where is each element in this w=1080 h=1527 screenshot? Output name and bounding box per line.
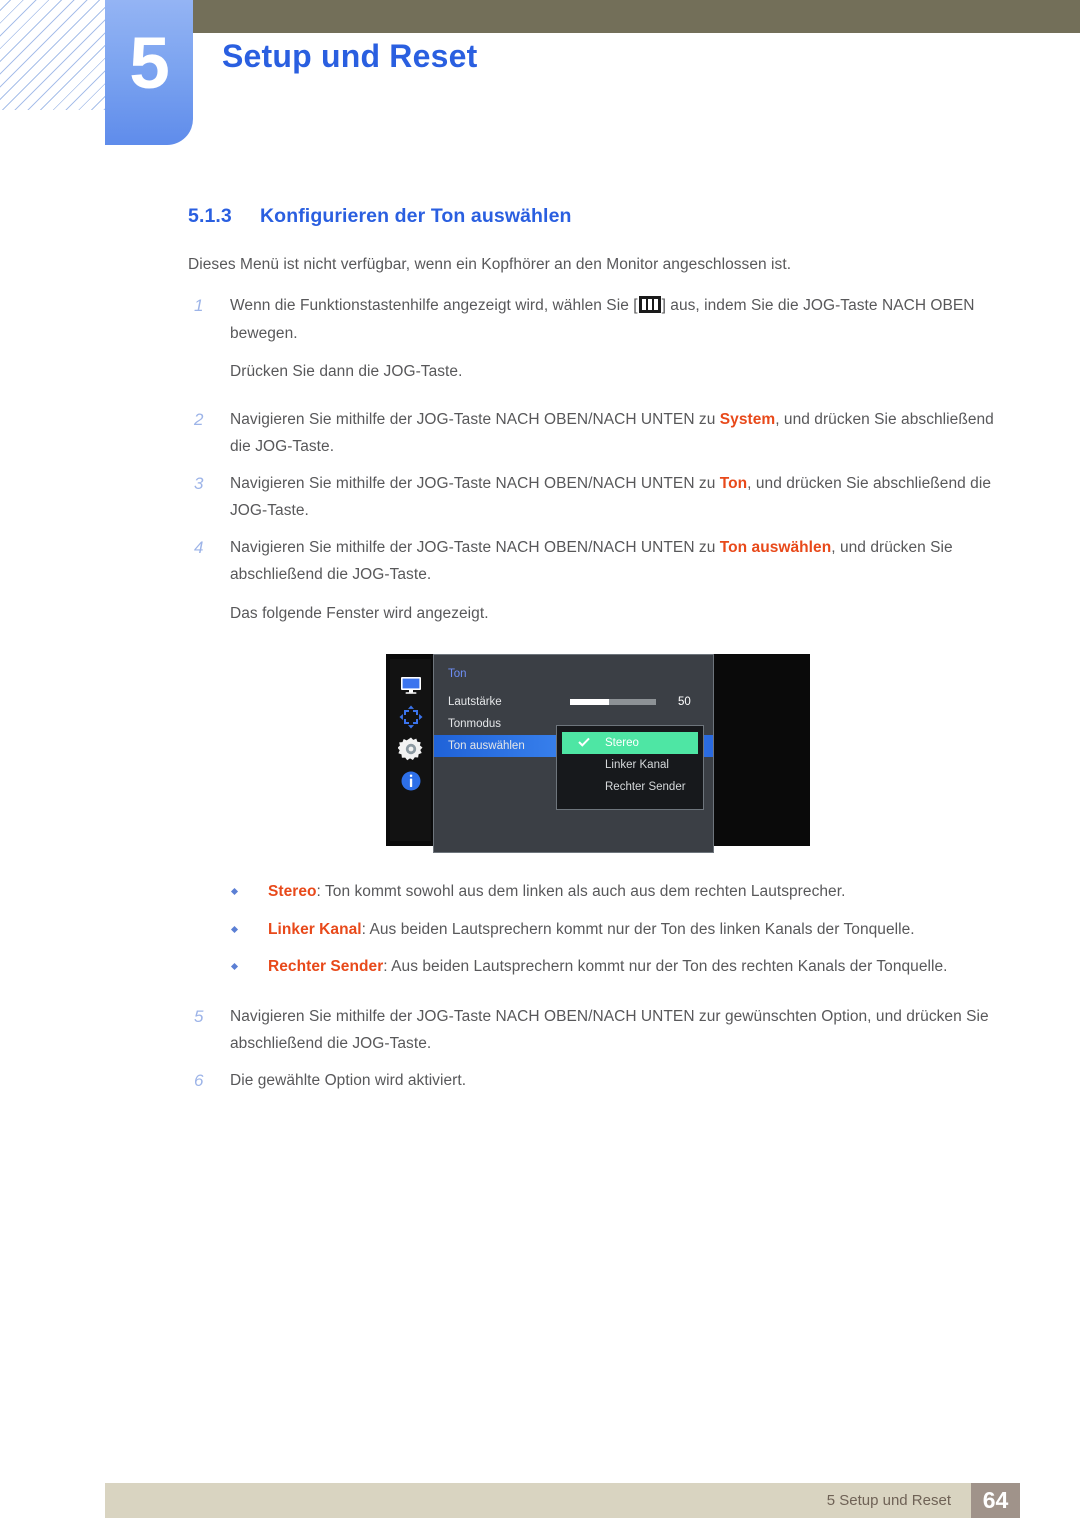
- osd-panel: Ton Lautstärke 50 Tonmodus Ton auswählen…: [433, 654, 714, 853]
- osd-row-label: Ton auswählen: [448, 740, 525, 752]
- bullet-term: Rechter Sender: [268, 958, 384, 975]
- bullet-desc: : Aus beiden Lautsprechern kommt nur der…: [383, 958, 948, 975]
- chapter-title: Setup und Reset: [222, 38, 478, 74]
- osd-row-lautstaerke[interactable]: Lautstärke 50: [434, 691, 713, 713]
- section-number: 5.1.3: [188, 205, 232, 227]
- step-4-highlight: Ton auswählen: [719, 538, 832, 556]
- chapter-number-block: 5: [105, 0, 193, 145]
- check-icon: [578, 737, 590, 747]
- step-5-text: Navigieren Sie mithilfe der JOG-Taste NA…: [230, 1007, 989, 1053]
- osd-submenu-item-linker-kanal[interactable]: Linker Kanal: [562, 754, 698, 776]
- step-4: 4 Navigieren Sie mithilfe der JOG-Taste …: [188, 534, 1080, 628]
- menu-bars-icon: [638, 296, 661, 313]
- step-3-number: 3: [194, 473, 204, 493]
- step-3-highlight: Ton: [719, 474, 748, 492]
- volume-slider-fill: [570, 699, 609, 705]
- steps-list-continued: 5 Navigieren Sie mithilfe der JOG-Taste …: [0, 1003, 1080, 1095]
- section-title: Konfigurieren der Ton auswählen: [260, 205, 572, 227]
- step-6: 6 Die gewählte Option wird aktiviert.: [188, 1067, 1080, 1095]
- step-4-text-before: Navigieren Sie mithilfe der JOG-Taste NA…: [230, 538, 720, 556]
- osd-row-label: Tonmodus: [448, 718, 502, 730]
- step-6-text: Die gewählte Option wird aktiviert.: [230, 1071, 467, 1089]
- osd-figure: Ton Lautstärke 50 Tonmodus Ton auswählen…: [0, 654, 1080, 853]
- volume-value: 50: [678, 696, 691, 708]
- bullet-term: Linker Kanal: [268, 920, 362, 938]
- osd-submenu: Stereo Linker Kanal Rechter Sender: [556, 725, 704, 810]
- step-2-text-before: Navigieren Sie mithilfe der JOG-Taste NA…: [230, 410, 720, 428]
- osd-panel-title: Ton: [448, 668, 467, 680]
- osd-submenu-item-label: Stereo: [605, 737, 639, 749]
- header-olive-bar: [150, 0, 1080, 33]
- step-5: 5 Navigieren Sie mithilfe der JOG-Taste …: [188, 1003, 1080, 1058]
- bullet-desc: : Ton kommt sowohl aus dem linken als au…: [316, 883, 846, 900]
- osd-row-label: Lautstärke: [448, 696, 502, 708]
- step-2-number: 2: [194, 409, 204, 429]
- page-number: 64: [971, 1483, 1020, 1518]
- step-4-subtext: Das folgende Fenster wird angezeigt.: [230, 604, 489, 622]
- step-3: 3 Navigieren Sie mithilfe der JOG-Taste …: [188, 470, 1080, 525]
- volume-slider[interactable]: [570, 699, 656, 705]
- step-3-text-before: Navigieren Sie mithilfe der JOG-Taste NA…: [230, 474, 720, 492]
- step-4-number: 4: [194, 537, 204, 557]
- osd-sidebar: [390, 659, 431, 841]
- step-2-highlight: System: [719, 410, 776, 428]
- bullet-term: Stereo: [268, 883, 317, 900]
- step-1-text-before: Wenn die Funktionstastenhilfe angezeigt …: [230, 297, 638, 314]
- step-1-subtext: Drücken Sie dann die JOG-Taste.: [230, 363, 463, 380]
- bullet-stereo: Stereo: Ton kommt sowohl aus dem linken …: [228, 878, 1010, 906]
- step-1: 1 Wenn die Funktionstastenhilfe angezeig…: [188, 292, 1080, 386]
- steps-list: 1 Wenn die Funktionstastenhilfe angezeig…: [0, 292, 1080, 627]
- osd-submenu-item-label: Linker Kanal: [605, 759, 669, 771]
- bullet-rechter-sender: Rechter Sender: Aus beiden Lautsprechern…: [228, 953, 1010, 981]
- info-icon[interactable]: [398, 768, 424, 794]
- footer-text: 5 Setup und Reset: [826, 1492, 951, 1509]
- step-2: 2 Navigieren Sie mithilfe der JOG-Taste …: [188, 406, 1080, 461]
- option-descriptions-list: Stereo: Ton kommt sowohl aus dem linken …: [0, 878, 1080, 981]
- bullet-linker-kanal: Linker Kanal: Aus beiden Lautsprechern k…: [228, 916, 1010, 944]
- osd-submenu-item-rechter-sender[interactable]: Rechter Sender: [562, 776, 698, 798]
- osd-submenu-item-label: Rechter Sender: [605, 781, 686, 793]
- step-6-number: 6: [194, 1070, 204, 1090]
- bullet-desc: : Aus beiden Lautsprechern kommt nur der…: [361, 920, 915, 938]
- monitor-icon[interactable]: [398, 672, 424, 698]
- footer-bar: 5 Setup und Reset: [105, 1483, 971, 1518]
- move-arrows-icon[interactable]: [398, 704, 424, 730]
- section-heading: 5.1.3 Konfigurieren der Ton auswählen: [188, 205, 1080, 228]
- step-1-number: 1: [194, 296, 204, 315]
- step-5-number: 5: [194, 1006, 204, 1026]
- intro-paragraph: Dieses Menü ist nicht verfügbar, wenn ei…: [188, 256, 792, 273]
- osd-submenu-item-stereo[interactable]: Stereo: [562, 732, 698, 754]
- page-content: 5.1.3 Konfigurieren der Ton auswählen Die…: [0, 205, 1080, 1094]
- gear-icon[interactable]: [396, 736, 424, 762]
